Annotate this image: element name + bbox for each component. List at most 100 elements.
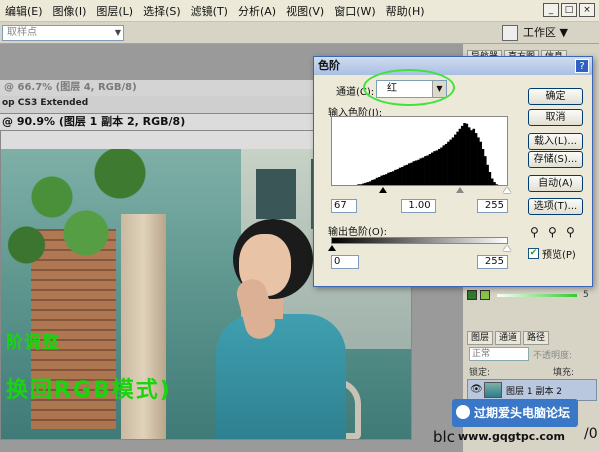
workspace-icon[interactable] [502, 25, 518, 41]
input-gamma-handle[interactable] [456, 187, 464, 193]
background-color-swatch[interactable] [480, 290, 490, 300]
histogram-bar [456, 131, 459, 185]
background-document-title[interactable]: @ 66.7% (图层 4, RGB/8) [0, 80, 315, 96]
corner-text-fragment: /0 [584, 426, 598, 442]
menu-view[interactable]: 视图(V) [281, 3, 329, 19]
close-button[interactable]: × [579, 3, 595, 17]
histogram-bar [373, 179, 377, 185]
histogram-bar [426, 155, 430, 185]
menu-filter[interactable]: 滤镜(T) [186, 3, 233, 19]
histogram-bar [449, 139, 453, 185]
input-levels-slider[interactable] [331, 186, 511, 196]
menu-layer[interactable]: 图层(L) [91, 3, 138, 19]
menu-bar: 编辑(E) 图像(I) 图层(L) 选择(S) 滤镜(T) 分析(A) 视图(V… [0, 0, 599, 22]
input-black-point-handle[interactable] [379, 187, 387, 193]
histogram-bar [435, 150, 439, 185]
input-gamma-field[interactable]: 1.00 [401, 199, 436, 213]
load-button[interactable]: 载入(L)... [528, 133, 583, 150]
menu-window[interactable]: 窗口(W) [329, 3, 380, 19]
cancel-button[interactable]: 取消 [528, 109, 583, 126]
input-white-field[interactable]: 255 [477, 199, 508, 213]
tab-channels[interactable]: 通道 [495, 331, 522, 345]
opacity-label: 不透明度: [533, 351, 573, 361]
histogram-bar [357, 184, 360, 185]
eye-icon[interactable]: 👁 [470, 384, 483, 395]
output-black-field[interactable]: 0 [331, 255, 359, 269]
histogram-bar [419, 158, 423, 185]
workspace-button[interactable]: 工作区 ▼ [523, 24, 583, 42]
histogram-bar [483, 156, 487, 185]
histogram-bar [396, 169, 400, 185]
options-button[interactable]: 选项(T)... [528, 198, 583, 215]
white-eyedropper-icon[interactable]: ⚲ [566, 225, 575, 239]
ok-button[interactable]: 确定 [528, 88, 583, 105]
input-white-point-handle[interactable] [503, 187, 511, 193]
histogram-bar [442, 145, 446, 185]
tab-paths[interactable]: 路径 [523, 331, 550, 345]
tab-layers[interactable]: 图层 [467, 331, 494, 345]
histogram-bar [454, 134, 457, 185]
blog-text-fragment: blc [433, 428, 455, 446]
help-icon[interactable]: ? [575, 59, 589, 73]
histogram-bar [407, 163, 411, 185]
histogram-bar [394, 169, 397, 185]
active-document-title[interactable]: @ 90.9% (图层 1 副本 2, RGB/8) [0, 113, 315, 130]
histogram-bar [431, 152, 434, 185]
histogram-bar [488, 172, 492, 185]
histogram-bar [375, 177, 379, 185]
histogram-bar [364, 182, 367, 185]
histogram-bar [417, 159, 420, 185]
output-levels-label: 输出色阶(O): [328, 227, 388, 238]
output-white-field[interactable]: 255 [477, 255, 508, 269]
photo-window [256, 169, 296, 219]
gray-eyedropper-icon[interactable]: ⚲ [548, 225, 557, 239]
maximize-button[interactable]: □ [561, 3, 577, 17]
photo-dress [216, 314, 346, 439]
menu-analysis[interactable]: 分析(A) [233, 3, 281, 19]
output-black-handle[interactable] [328, 245, 336, 251]
save-button[interactable]: 存储(S)... [528, 151, 583, 168]
output-levels-slider[interactable] [328, 244, 511, 252]
histogram-bar [401, 166, 404, 185]
histogram-bar [359, 184, 363, 185]
minimize-button[interactable]: _ [543, 3, 559, 17]
background-document-window[interactable]: @ 66.7% (图层 4, RGB/8) op CS3 Extended [0, 80, 315, 116]
black-eyedropper-icon[interactable]: ⚲ [530, 225, 539, 239]
foreground-color-swatch[interactable] [467, 290, 477, 300]
histogram-bar [444, 143, 448, 185]
histogram-bar [424, 156, 427, 185]
color-slider[interactable] [497, 294, 577, 297]
layer-row[interactable]: 👁 图层 1 副本 2 [467, 379, 597, 401]
histogram-bar [368, 181, 372, 185]
histogram-bar [378, 177, 381, 185]
overlay-caption-1: 阶调整 [6, 333, 60, 353]
menu-image[interactable]: 图像(I) [48, 3, 92, 19]
preview-checkbox[interactable]: ✔ [528, 248, 539, 259]
sample-size-select[interactable]: 取样点 ▼ [2, 25, 124, 41]
forum-watermark-url: www.gqgtpc.com [458, 430, 565, 443]
histogram-graph [357, 123, 499, 185]
output-white-handle[interactable] [503, 245, 511, 251]
histogram-bar [490, 178, 494, 185]
app-title-fragment: op CS3 Extended [0, 96, 315, 110]
color-panel-row: 5 [467, 289, 597, 303]
histogram-bar [403, 165, 406, 185]
menu-edit[interactable]: 编辑(E) [0, 3, 48, 19]
histogram-bar [493, 182, 496, 185]
histogram-bar [410, 162, 413, 185]
input-black-field[interactable]: 67 [331, 199, 357, 213]
chevron-down-icon: ▼ [114, 28, 121, 37]
forum-watermark-text: 过期爱头电脑论坛 [474, 406, 571, 420]
menu-help[interactable]: 帮助(H) [381, 3, 430, 19]
menu-select[interactable]: 选择(S) [138, 3, 186, 19]
preview-label: 预览(P) [542, 250, 576, 261]
levels-dialog-title[interactable]: 色阶 [314, 57, 592, 75]
auto-button[interactable]: 自动(A) [528, 175, 583, 192]
histogram-bar [421, 157, 425, 185]
color-value: 5 [583, 290, 589, 300]
blend-mode-select[interactable]: 正常 [469, 347, 529, 361]
histogram-bar [398, 167, 402, 185]
histogram-bar [463, 123, 466, 185]
fill-label: 填充: [553, 368, 575, 378]
options-bar: 取样点 ▼ 工作区 ▼ [0, 22, 599, 44]
